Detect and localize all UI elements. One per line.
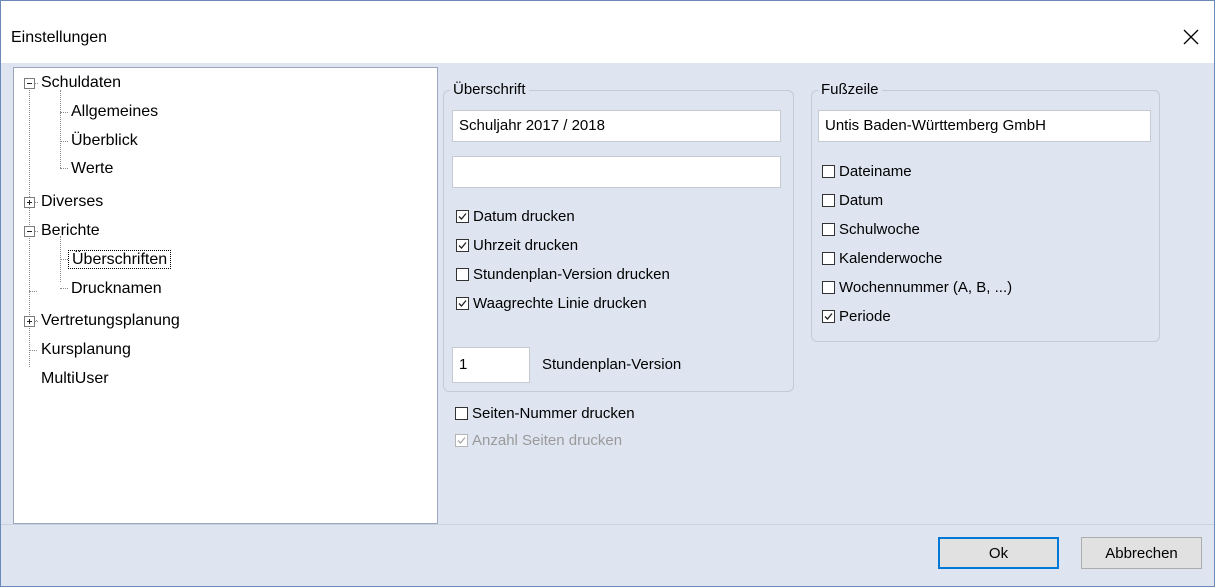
tree-item-drucknamen[interactable]: Drucknamen bbox=[68, 278, 165, 300]
header-group-title: Überschrift bbox=[450, 81, 529, 98]
checkbox-unchecked-icon bbox=[456, 267, 469, 281]
dialog-client-area: Schuldaten Allgemeines Überblick Werte D… bbox=[1, 63, 1214, 586]
close-icon bbox=[1183, 29, 1199, 45]
tree-item-vertretungsplanung[interactable]: Vertretungsplanung bbox=[38, 310, 183, 332]
print-time-checkbox[interactable]: Uhrzeit drucken bbox=[456, 235, 578, 255]
footer-group: Fußzeile Untis Baden-Württemberg GmbH Da… bbox=[811, 81, 1160, 342]
footer-period-checkbox[interactable]: Periode bbox=[822, 306, 891, 326]
print-horizontal-line-checkbox[interactable]: Waagrechte Linie drucken bbox=[456, 293, 647, 313]
button-bar-separator bbox=[1, 524, 1214, 525]
checkbox-checked-icon bbox=[456, 209, 469, 223]
header-line1-input[interactable]: Schuljahr 2017 / 2018 bbox=[452, 110, 781, 142]
collapse-berichte-icon[interactable] bbox=[24, 226, 35, 237]
ok-button[interactable]: Ok bbox=[938, 537, 1059, 569]
tree-item-werte[interactable]: Werte bbox=[68, 158, 116, 180]
footer-school-week-checkbox[interactable]: Schulwoche bbox=[822, 219, 920, 239]
checkbox-unchecked-icon bbox=[822, 280, 835, 294]
tree-item-allgemeines[interactable]: Allgemeines bbox=[68, 101, 161, 123]
footer-group-title: Fußzeile bbox=[818, 81, 882, 98]
footer-week-number-checkbox[interactable]: Wochennummer (A, B, ...) bbox=[822, 277, 1012, 297]
cancel-button[interactable]: Abbrechen bbox=[1081, 537, 1202, 569]
footer-date-checkbox[interactable]: Datum bbox=[822, 190, 883, 210]
settings-content-pane: Überschrift Schuljahr 2017 / 2018 Datum … bbox=[439, 63, 1214, 524]
tree-item-berichte[interactable]: Berichte bbox=[38, 220, 103, 242]
print-page-count-checkbox: Anzahl Seiten drucken bbox=[455, 430, 622, 450]
checkbox-checked-icon bbox=[456, 238, 469, 252]
collapse-schuldaten-icon[interactable] bbox=[24, 78, 35, 89]
tree-item-ueberblick[interactable]: Überblick bbox=[68, 130, 141, 152]
settings-dialog: Einstellungen Schuldaten Allgemeines Übe… bbox=[0, 0, 1215, 587]
checkbox-checked-disabled-icon bbox=[455, 433, 468, 447]
tree-item-ueberschriften[interactable]: Überschriften bbox=[68, 249, 172, 271]
window-title: Einstellungen bbox=[11, 29, 108, 46]
tree-item-schuldaten[interactable]: Schuldaten bbox=[38, 72, 124, 94]
checkbox-unchecked-icon bbox=[822, 164, 835, 178]
tree-item-kursplanung[interactable]: Kursplanung bbox=[38, 339, 134, 361]
tree-item-diverses[interactable]: Diverses bbox=[38, 191, 106, 213]
checkbox-checked-icon bbox=[456, 296, 469, 310]
print-timetable-version-checkbox[interactable]: Stundenplan-Version drucken bbox=[456, 264, 670, 284]
header-group: Überschrift Schuljahr 2017 / 2018 Datum … bbox=[443, 81, 794, 392]
timetable-version-label: Stundenplan-Version bbox=[542, 356, 682, 373]
footer-filename-checkbox[interactable]: Dateiname bbox=[822, 161, 912, 181]
timetable-version-input[interactable]: 1 bbox=[452, 347, 530, 383]
title-bar: Einstellungen bbox=[1, 1, 1214, 63]
checkbox-checked-icon bbox=[822, 309, 835, 323]
print-date-checkbox[interactable]: Datum drucken bbox=[456, 206, 575, 226]
checkbox-unchecked-icon bbox=[822, 251, 835, 265]
expand-diverses-icon[interactable] bbox=[24, 197, 35, 208]
tree-item-multiuser[interactable]: MultiUser bbox=[38, 368, 112, 390]
print-page-number-checkbox[interactable]: Seiten-Nummer drucken bbox=[455, 403, 635, 423]
footer-calendar-week-checkbox[interactable]: Kalenderwoche bbox=[822, 248, 942, 268]
checkbox-unchecked-icon bbox=[822, 193, 835, 207]
expand-vertretungsplanung-icon[interactable] bbox=[24, 316, 35, 327]
close-button[interactable] bbox=[1168, 17, 1214, 57]
header-line2-input[interactable] bbox=[452, 156, 781, 188]
checkbox-unchecked-icon bbox=[822, 222, 835, 236]
settings-tree[interactable]: Schuldaten Allgemeines Überblick Werte D… bbox=[13, 67, 438, 524]
footer-text-input[interactable]: Untis Baden-Württemberg GmbH bbox=[818, 110, 1151, 142]
checkbox-unchecked-icon bbox=[455, 406, 468, 420]
